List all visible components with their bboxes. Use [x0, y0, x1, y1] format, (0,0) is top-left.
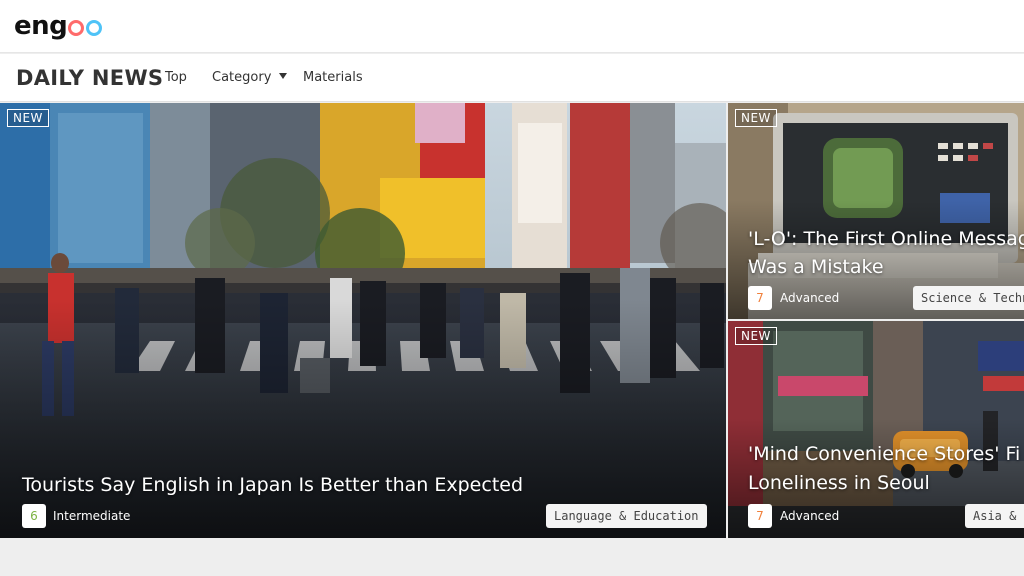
article-title-line-1[interactable]: 'Mind Convenience Stores' Fi — [748, 440, 1020, 469]
nav-category-label: Category — [212, 70, 272, 85]
level-label: Advanced — [780, 291, 840, 305]
article-title-line-2[interactable]: Was a Mistake — [748, 253, 884, 282]
article-title-line-1[interactable]: 'L-O': The First Online Messag — [748, 225, 1024, 254]
level-label: Intermediate — [53, 509, 131, 523]
article-title[interactable]: Tourists Say English in Japan Is Better … — [22, 471, 523, 500]
level-badge: 6 — [22, 504, 46, 528]
category-tag[interactable]: Science & Techn — [913, 286, 1024, 310]
category-tag[interactable]: Asia & P — [965, 504, 1024, 528]
logo-letter-e: e — [14, 11, 32, 41]
logo-letter-n: n — [31, 11, 50, 41]
article-title-line-2[interactable]: Loneliness in Seoul — [748, 469, 930, 498]
logo-letter-g: g — [49, 11, 68, 41]
category-tag[interactable]: Language & Education — [546, 504, 707, 528]
nav-materials[interactable]: Materials — [303, 70, 363, 85]
nav-top[interactable]: Top — [165, 70, 187, 85]
logo-circle-red — [68, 20, 85, 36]
level-badge: 7 — [748, 286, 772, 310]
engoo-logo[interactable]: e n g — [14, 9, 103, 43]
article-card-top-right[interactable]: NEW 'L-O': The First Online Messag Was a… — [728, 103, 1024, 319]
logo-circle-blue — [86, 20, 103, 36]
new-badge: NEW — [735, 327, 777, 345]
main-nav: DAILY NEWS Top Category Materials — [0, 54, 1024, 102]
top-bar: e n g — [0, 0, 1024, 53]
article-card-bottom-right[interactable]: NEW 'Mind Convenience Stores' Fi Lonelin… — [728, 321, 1024, 538]
daily-news-brand[interactable]: DAILY NEWS — [16, 66, 163, 90]
level-badge: 7 — [748, 504, 772, 528]
nav-category[interactable]: Category — [212, 70, 288, 85]
level-label: Advanced — [780, 509, 840, 523]
new-badge: NEW — [735, 109, 777, 127]
new-badge: NEW — [7, 109, 49, 127]
caret-down-icon — [279, 73, 288, 79]
article-card-main[interactable]: NEW Tourists Say English in Japan Is Bet… — [0, 103, 726, 538]
